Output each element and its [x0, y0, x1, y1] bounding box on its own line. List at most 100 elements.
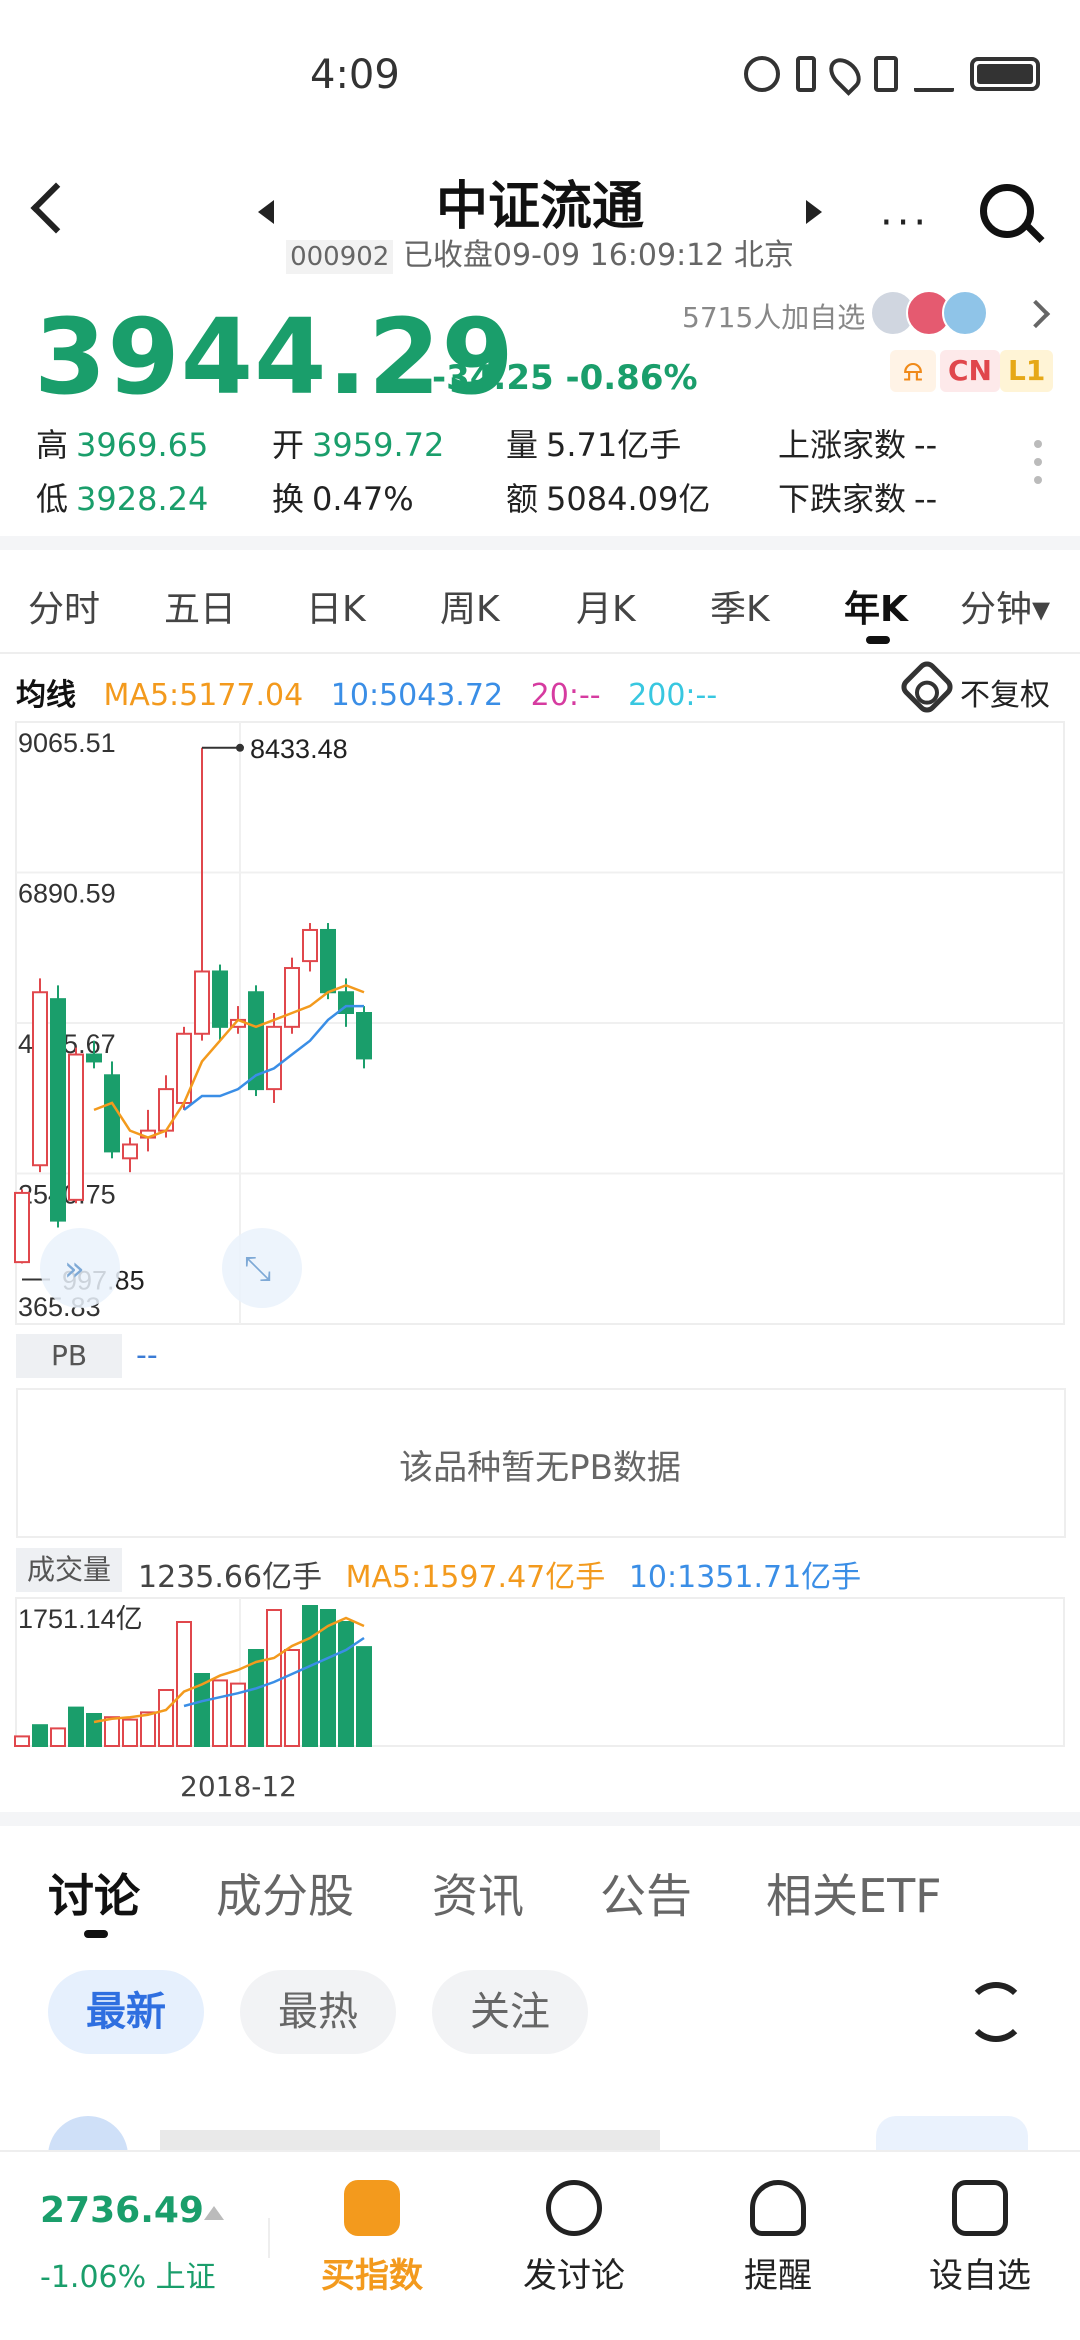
next-index-arrow[interactable] [806, 200, 822, 224]
status-icons [744, 52, 1040, 96]
nav-add-watchlist[interactable]: 设自选 [910, 2180, 1050, 2297]
candle [32, 991, 48, 1167]
volume-legend: 1235.66亿手 MA5:1597.47亿手 10:1351.71亿手 [138, 1552, 875, 1596]
candle [86, 1053, 102, 1063]
fullscreen-icon: ⤡ [244, 1249, 271, 1289]
stat-value: -- [914, 480, 938, 518]
volume-chart[interactable]: 1751.14亿 [0, 1596, 1080, 1756]
alarm-bell-icon [750, 2180, 806, 2236]
high-annotation: 8433.48 [250, 734, 348, 764]
tab-monthly-k[interactable]: 月K [576, 580, 636, 632]
y-tick-label: 6890.59 [18, 879, 116, 909]
tab-weekly-k[interactable]: 周K [440, 580, 500, 632]
volume-bar [122, 1718, 138, 1747]
divider [0, 1812, 1080, 1826]
tab-yearly-k[interactable]: 年K [844, 580, 908, 632]
filter-latest[interactable]: 最新 [48, 1970, 204, 2054]
tab-daily-k[interactable]: 日K [306, 580, 366, 632]
tab-quarterly-k[interactable]: 季K [710, 580, 770, 632]
kline-chart[interactable]: 9065.516890.594715.672540.75365.838433.4… [0, 712, 1080, 1332]
bell-icon[interactable]: ⍾ [890, 350, 936, 392]
volume-bar [212, 1679, 228, 1747]
volume-bar [176, 1621, 192, 1747]
candle [302, 928, 318, 963]
divider [0, 536, 1080, 550]
volume-bar [266, 1609, 282, 1747]
stat-value: 3969.65 [76, 426, 209, 464]
stat-value: 3959.72 [312, 426, 445, 464]
more-button[interactable]: ··· [880, 200, 930, 246]
volume-bar [302, 1605, 318, 1747]
nav-post-discussion[interactable]: 发讨论 [504, 2180, 644, 2297]
trend-chart-icon [344, 2180, 400, 2236]
stat-label: 上涨家数 [778, 426, 907, 464]
pb-label: PB [16, 1334, 122, 1378]
volume-label[interactable]: 成交量 [16, 1548, 122, 1592]
market-status: 已收盘09-09 16:09:12 北京 [402, 238, 794, 273]
ma5-line [93, 983, 365, 1139]
market-index-change[interactable]: -1.06% 上证 [40, 2252, 216, 2296]
status-time: 4:09 [310, 52, 400, 98]
tab-announcements[interactable]: 公告 [600, 1860, 692, 1926]
chevron-right-icon[interactable] [1021, 299, 1051, 329]
followers-count[interactable]: 5715人加自选 [682, 296, 865, 336]
high-marker-dot [236, 743, 244, 752]
tab-constituents[interactable]: 成分股 [216, 1860, 354, 1926]
volume-current: 1235.66亿手 [138, 1560, 323, 1595]
follower-avatars[interactable] [870, 290, 988, 336]
nav-buy-index[interactable]: 买指数 [302, 2180, 442, 2297]
index-code: 000902 [286, 240, 394, 274]
volume-ma10: 10:1351.71亿手 [628, 1560, 862, 1595]
tab-discussion[interactable]: 讨论 [48, 1860, 140, 1926]
stat-value: 5084.09亿 [546, 480, 711, 518]
candle [50, 998, 66, 1222]
candle [122, 1143, 138, 1160]
tab-news[interactable]: 资讯 [432, 1860, 524, 1926]
settings-icon[interactable] [897, 657, 957, 717]
stat-label: 量 [506, 426, 539, 464]
nav-label: 买指数 [321, 2256, 423, 2296]
stat-label: 开 [272, 426, 305, 464]
stat-label: 低 [36, 480, 69, 518]
filter-hot[interactable]: 最热 [240, 1970, 396, 2054]
avatar [942, 290, 988, 336]
filter-following[interactable]: 关注 [432, 1970, 588, 2054]
nav-reminder[interactable]: 提醒 [708, 2180, 848, 2297]
volume-bar [32, 1724, 48, 1747]
more-stats-icon[interactable] [1034, 440, 1042, 494]
eye-icon [744, 56, 780, 92]
pb-value: -- [136, 1338, 158, 1373]
stat-high: 高 3969.65 [36, 420, 208, 466]
stat-amount: 额 5084.09亿 [506, 474, 710, 520]
post-preview[interactable] [160, 2130, 660, 2150]
ma-legend[interactable]: 均线 MA5:5177.04 10:5043.72 20:-- 200:-- [16, 670, 735, 714]
tab-indicator [84, 1930, 108, 1938]
nav-label: 设自选 [929, 2256, 1031, 2296]
stat-open: 开 3959.72 [272, 420, 444, 466]
ma20-value: 20:-- [530, 678, 601, 713]
volume-bar [86, 1713, 102, 1747]
volume-bar [68, 1706, 84, 1747]
refresh-icon[interactable] [966, 1982, 1026, 2042]
tab-five-day[interactable]: 五日 [164, 580, 236, 632]
nav-label: 提醒 [744, 2256, 812, 2296]
candle [104, 1074, 120, 1153]
volume-bar [356, 1646, 372, 1747]
stat-volume: 量 5.71亿手 [506, 420, 681, 466]
candle [320, 928, 336, 994]
ma200-value: 200:-- [628, 678, 718, 713]
caret-up-icon [204, 2206, 224, 2220]
vibrate-icon [874, 56, 898, 92]
tab-related-etf[interactable]: 相关ETF [766, 1860, 942, 1926]
search-icon[interactable] [980, 184, 1034, 238]
cn-badge: CN [940, 350, 1000, 392]
tab-intraday[interactable]: 分时 [28, 580, 100, 632]
candle [266, 1025, 282, 1091]
battery-icon [970, 57, 1040, 91]
adjust-toggle[interactable]: 不复权 [960, 670, 1050, 714]
stat-value: 3928.24 [76, 480, 209, 518]
volume-bar [284, 1649, 300, 1747]
signal-5g-icon [914, 56, 954, 92]
tab-minute[interactable]: 分钟▾ [960, 580, 1050, 632]
market-index-value[interactable]: 2736.49 [40, 2190, 204, 2231]
